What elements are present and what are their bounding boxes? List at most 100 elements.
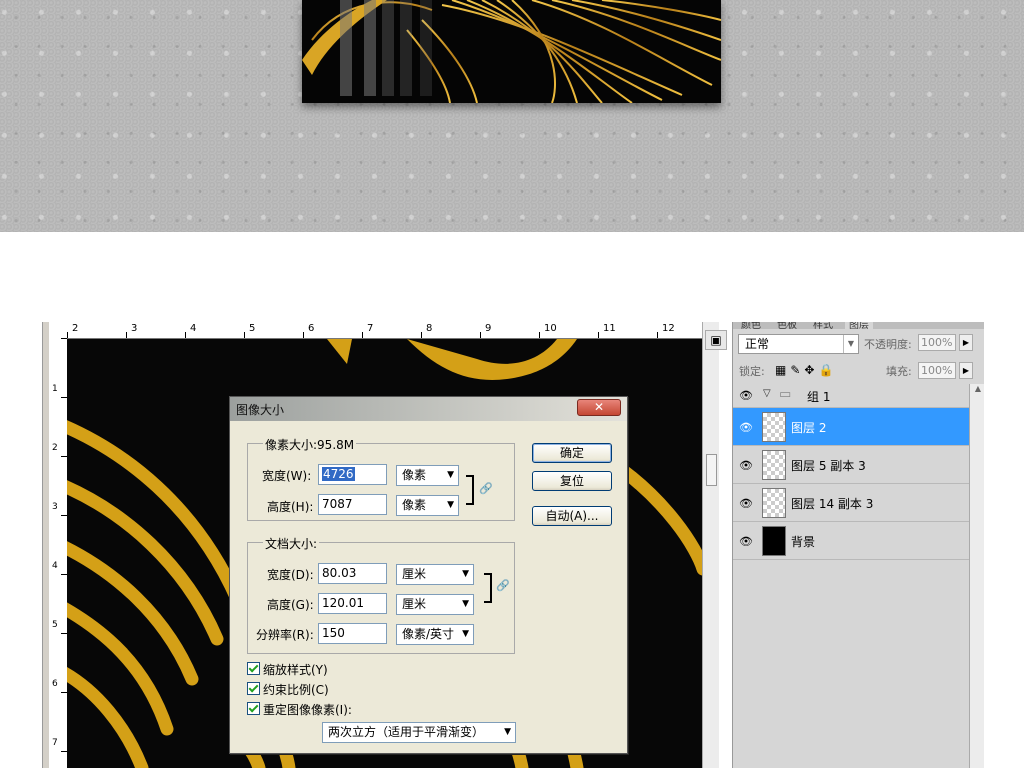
checkbox-label: 约束比例(C) [263, 683, 329, 697]
pixel-width-unit-select[interactable]: 像素 ▼ [396, 465, 459, 486]
ruler-tick-label: 2 [72, 323, 79, 334]
resample-method-value: 两次立方（适用于平滑渐变） [328, 725, 485, 739]
fill-label: 填充: [886, 365, 912, 378]
layer-row[interactable]: 👁 图层 5 副本 3 [733, 446, 969, 484]
close-button[interactable]: ✕ [577, 399, 621, 416]
group-name: 组 1 [807, 390, 831, 404]
ruler-origin[interactable] [49, 322, 68, 339]
opacity-label: 不透明度: [864, 338, 912, 351]
doc-height-input[interactable]: 120.01 [318, 593, 387, 614]
checkbox-label: 缩放样式(Y) [263, 663, 328, 677]
doc-width-label: 宽度(D): [267, 568, 314, 582]
resolution-input[interactable]: 150 [318, 623, 387, 644]
chevron-down-icon: ▼ [843, 335, 858, 353]
opacity-input[interactable]: 100% [918, 334, 956, 351]
layer-group-row[interactable]: 👁 ▽ ▭ 组 1 [733, 384, 969, 408]
layer-name: 图层 5 副本 3 [791, 459, 866, 473]
layer-name: 图层 14 副本 3 [791, 497, 874, 511]
ruler-tick-label: 4 [52, 561, 58, 571]
checkbox-checked-icon[interactable] [247, 682, 260, 695]
doc-height-label: 高度(G): [267, 598, 314, 612]
chain-link-icon: 🔗 [496, 579, 510, 592]
layer-thumbnail [762, 412, 786, 442]
unit-value: 像素/英寸 [402, 627, 455, 641]
constrain-proportions-checkbox[interactable]: 约束比例(C) [247, 681, 329, 698]
tab-layers[interactable]: 图层 [845, 322, 873, 329]
constrain-bracket [484, 573, 492, 603]
layer-row[interactable]: 👁 背景 [733, 522, 969, 560]
chevron-down-icon: ▼ [462, 629, 469, 639]
frame-reflection [340, 0, 352, 96]
layer-thumbnail [762, 526, 786, 556]
ruler-tick-label: 2 [52, 443, 58, 453]
checkbox-label: 重定图像像素(I): [263, 703, 352, 717]
resolution-unit-select[interactable]: 像素/英寸 ▼ [396, 624, 474, 645]
fill-input[interactable]: 100% [918, 362, 956, 379]
ruler-tick-label: 5 [52, 620, 58, 630]
ruler-tick-label: 7 [52, 738, 58, 748]
ruler-tick-label: 11 [603, 323, 616, 334]
ruler-tick-label: 9 [485, 323, 492, 334]
blend-mode-select[interactable]: 正常 ▼ [738, 334, 859, 354]
eye-icon[interactable]: 👁 [739, 535, 753, 548]
frame-reflection [364, 0, 376, 96]
doc-height-unit-select[interactable]: 厘米 ▼ [396, 594, 474, 615]
tab-color[interactable]: 颜色 [737, 322, 765, 329]
ruler-tick-label: 5 [249, 323, 256, 334]
eye-icon[interactable]: 👁 [739, 421, 753, 434]
pixel-height-unit-select[interactable]: 像素 ▼ [396, 495, 459, 516]
ruler-tick-label: 1 [52, 384, 58, 394]
constrain-bracket [466, 475, 474, 505]
vertical-ruler[interactable]: 1 2 3 4 5 6 7 [49, 338, 68, 768]
pixel-width-input[interactable]: 4726 [318, 464, 387, 485]
tab-swatches[interactable]: 色板 [773, 322, 801, 329]
chevron-down-icon: ▼ [447, 500, 454, 510]
wall-mockup [0, 0, 1024, 232]
layer-row[interactable]: 👁 图层 2 [733, 408, 969, 446]
resample-method-select[interactable]: 两次立方（适用于平滑渐变） ▼ [322, 722, 516, 743]
auto-button[interactable]: 自动(A)... [532, 506, 612, 526]
resample-image-checkbox[interactable]: 重定图像像素(I): [247, 701, 352, 718]
lock-icons[interactable]: ▦✎✥🔒 [775, 363, 837, 377]
unit-value: 像素 [402, 468, 427, 482]
checkbox-checked-icon[interactable] [247, 662, 260, 675]
framed-artwork [302, 0, 721, 103]
panel-toggle-icon[interactable]: ▣ [705, 330, 727, 350]
doc-width-input[interactable]: 80.03 [318, 563, 387, 584]
panel-tabs: 颜色 色板 样式 图层 [733, 322, 985, 329]
tab-styles[interactable]: 样式 [809, 322, 837, 329]
ok-button[interactable]: 确定 [532, 443, 612, 463]
ruler-tick-label: 7 [367, 323, 374, 334]
frame-reflection [420, 0, 432, 96]
fill-slider-button[interactable]: ▶ [959, 362, 973, 379]
unit-value: 像素 [402, 498, 427, 512]
chevron-down-icon: ▼ [462, 569, 469, 579]
scale-styles-checkbox[interactable]: 缩放样式(Y) [247, 661, 328, 678]
reset-button[interactable]: 复位 [532, 471, 612, 491]
unit-value: 厘米 [402, 567, 427, 581]
doc-width-unit-select[interactable]: 厘米 ▼ [396, 564, 474, 585]
scrollbar-thumb[interactable] [706, 454, 717, 486]
ruler-tick-label: 10 [544, 323, 557, 334]
frame-reflection [382, 0, 394, 96]
lock-label: 锁定: [739, 365, 765, 378]
eye-icon[interactable]: 👁 [739, 497, 753, 510]
eye-icon[interactable]: 👁 [739, 459, 753, 472]
layers-panel: 颜色 色板 样式 图层 正常 ▼ 不透明度: 100% ▶ 锁定: ▦✎✥🔒 填… [732, 322, 986, 768]
image-size-dialog: 图像大小 ✕ 像素大小:95.8M 宽度(W): 4726 像素 ▼ 高度(H):… [229, 396, 628, 754]
ruler-tick-label: 6 [308, 323, 315, 334]
eye-icon[interactable]: 👁 [739, 389, 753, 402]
checkbox-checked-icon[interactable] [247, 702, 260, 715]
expand-triangle-icon[interactable]: ▽ [763, 388, 771, 399]
pixel-height-input[interactable]: 7087 [318, 494, 387, 515]
page-margin [984, 322, 1024, 768]
ruler-tick-label: 3 [131, 323, 138, 334]
canvas-scrollbar[interactable] [702, 322, 719, 768]
dialog-titlebar[interactable]: 图像大小 ✕ [230, 397, 627, 421]
layer-name: 背景 [791, 535, 816, 549]
layer-row[interactable]: 👁 图层 14 副本 3 [733, 484, 969, 522]
opacity-slider-button[interactable]: ▶ [959, 334, 973, 351]
pixel-dimensions-label: 像素大小:95.8M [263, 436, 357, 453]
pixel-width-label: 宽度(W): [262, 469, 312, 483]
horizontal-ruler[interactable]: 2 3 4 5 6 7 8 9 10 11 12 [67, 322, 703, 339]
